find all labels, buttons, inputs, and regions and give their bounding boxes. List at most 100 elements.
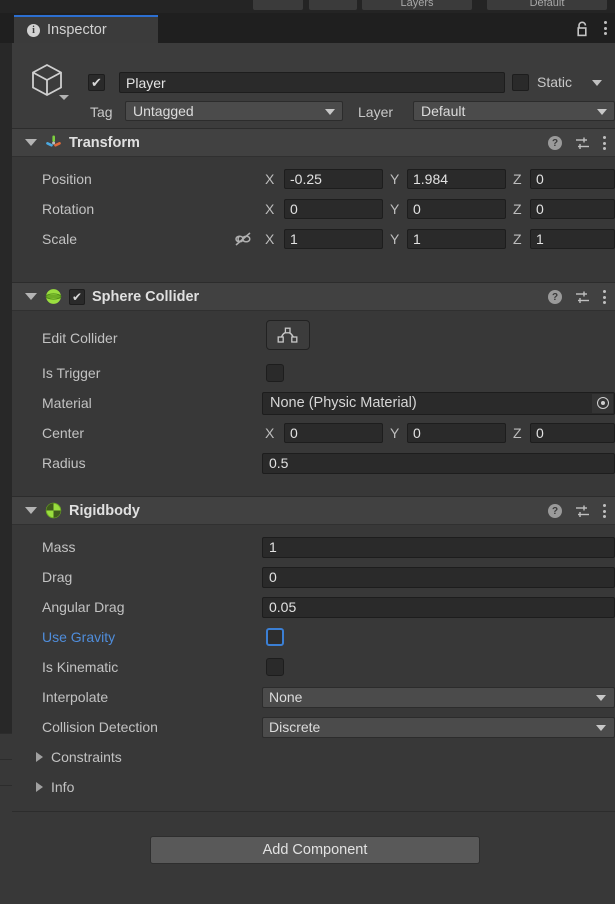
rigidbody-title: Rigidbody — [69, 502, 140, 519]
preset-settings-icon[interactable] — [575, 136, 590, 151]
scale-x-input[interactable]: 1 — [284, 229, 383, 249]
constraints-row[interactable]: Constraints — [12, 742, 615, 772]
collider-edit-icon[interactable] — [266, 320, 310, 350]
rigidbody-foldout-icon[interactable] — [25, 507, 37, 514]
scale-z-input[interactable]: 1 — [530, 229, 615, 249]
radius-label: Radius — [42, 455, 86, 471]
add-component-button[interactable]: Add Component — [150, 836, 480, 864]
unity-editor-screen: Layers Default y i Inspector — [0, 0, 615, 904]
position-z-input[interactable]: 0 — [530, 169, 615, 189]
tag-dropdown[interactable]: Untagged — [125, 101, 343, 121]
rigidbody-header-actions: ? — [548, 497, 606, 525]
is-kinematic-checkbox[interactable] — [266, 658, 284, 676]
gameobject-icon-caret[interactable] — [59, 95, 69, 100]
rotation-y-input[interactable]: 0 — [407, 199, 506, 219]
top-toolbar-strip: Layers Default — [0, 0, 615, 13]
position-y-input[interactable]: 1.984 — [407, 169, 506, 189]
angular-drag-label: Angular Drag — [42, 599, 125, 615]
transform-header-actions: ? — [548, 129, 606, 157]
kebab-menu-icon[interactable] — [604, 21, 607, 35]
inspector-tabbar-actions — [575, 13, 607, 43]
transform-body: Position X -0.25 Y 1.984 Z 0 Rotation X … — [12, 157, 615, 262]
center-z-input[interactable]: 0 — [530, 423, 615, 443]
static-checkbox[interactable] — [512, 74, 529, 91]
radius-input[interactable]: 0.5 — [262, 452, 615, 474]
transform-position-row: Position X -0.25 Y 1.984 Z 0 — [12, 164, 615, 194]
scale-x-axis-label: X — [265, 231, 275, 247]
help-icon[interactable]: ? — [548, 136, 562, 150]
transform-foldout-icon[interactable] — [25, 139, 37, 146]
transform-scale-row: Scale X 1 Y 1 Z 1 — [12, 224, 615, 254]
center-row: Center X 0 Y 0 Z 0 — [12, 418, 615, 448]
rotation-z-axis-label: Z — [513, 201, 522, 217]
static-dropdown-caret-icon[interactable] — [592, 80, 602, 86]
help-icon[interactable]: ? — [548, 504, 562, 518]
rotation-x-input[interactable]: 0 — [284, 199, 383, 219]
transform-rotation-row: Rotation X 0 Y 0 Z 0 — [12, 194, 615, 224]
preset-settings-icon[interactable] — [575, 504, 590, 519]
gameobject-name-input[interactable]: Player — [119, 72, 505, 93]
rotation-x-axis-label: X — [265, 201, 275, 217]
center-label: Center — [42, 425, 85, 441]
use-gravity-checkbox[interactable] — [266, 628, 284, 646]
material-object-field[interactable]: None (Physic Material) — [262, 391, 615, 415]
interpolate-dropdown[interactable]: None — [262, 686, 615, 708]
open-padlock-icon[interactable] — [575, 20, 590, 37]
gameobject-enabled-checkbox[interactable]: ✔ — [88, 74, 105, 91]
info-row[interactable]: Info — [12, 772, 615, 802]
center-y-axis-label: Y — [390, 425, 400, 441]
position-x-axis-label: X — [265, 171, 275, 187]
info-icon: i — [27, 23, 40, 37]
scale-label: Scale — [42, 231, 78, 247]
angular-drag-row: Angular Drag 0.05 — [12, 592, 615, 622]
component-sphere-collider: ✔ Sphere Collider ? Edit Collider Is Tri… — [12, 282, 615, 496]
rigidbody-icon — [45, 502, 62, 519]
position-y-axis-label: Y — [390, 171, 400, 187]
position-x-input[interactable]: -0.25 — [284, 169, 383, 189]
toolbar-chip-1[interactable] — [253, 0, 303, 10]
sphere-collider-header[interactable]: ✔ Sphere Collider ? — [12, 283, 615, 311]
transform-header[interactable]: Transform ? — [12, 129, 615, 157]
rigidbody-header[interactable]: Rigidbody ? — [12, 497, 615, 525]
edit-collider-label: Edit Collider — [42, 330, 118, 346]
scale-y-axis-label: Y — [390, 231, 400, 247]
preset-settings-icon[interactable] — [575, 290, 590, 305]
collision-detection-dropdown[interactable]: Discrete — [262, 716, 615, 738]
constraints-foldout-icon[interactable] — [36, 752, 43, 762]
rotation-z-input[interactable]: 0 — [530, 199, 615, 219]
angular-drag-input[interactable]: 0.05 — [262, 596, 615, 618]
constraints-label: Constraints — [51, 749, 122, 765]
edit-collider-row: Edit Collider — [12, 318, 615, 358]
center-x-input[interactable]: 0 — [284, 423, 383, 443]
center-y-input[interactable]: 0 — [407, 423, 506, 443]
help-icon[interactable]: ? — [548, 290, 562, 304]
toolbar-layout-dropdown[interactable]: Default — [487, 0, 607, 10]
drag-input[interactable]: 0 — [262, 566, 615, 588]
object-picker-icon[interactable] — [592, 393, 613, 413]
scale-y-input[interactable]: 1 — [407, 229, 506, 249]
component-rigidbody: Rigidbody ? Mass 1 Drag 0 Angular Drag 0… — [12, 496, 615, 811]
toolbar-chip-2[interactable] — [309, 0, 357, 10]
component-transform: Transform ? Position X -0.25 Y 1.984 Z 0… — [12, 129, 615, 259]
info-foldout-icon[interactable] — [36, 782, 43, 792]
tag-label: Tag — [90, 104, 113, 120]
material-label: Material — [42, 395, 92, 411]
collision-detection-row: Collision Detection Discrete — [12, 712, 615, 742]
sphere-collider-title: Sphere Collider — [92, 288, 200, 305]
kebab-menu-icon[interactable] — [603, 290, 606, 304]
broken-link-icon[interactable] — [234, 231, 253, 252]
position-label: Position — [42, 171, 92, 187]
rotation-label: Rotation — [42, 201, 95, 217]
kebab-menu-icon[interactable] — [603, 136, 606, 150]
sphere-collider-foldout-icon[interactable] — [25, 293, 37, 300]
is-trigger-checkbox[interactable] — [266, 364, 284, 382]
tab-inspector[interactable]: i Inspector — [14, 15, 158, 43]
layer-dropdown[interactable]: Default — [413, 101, 615, 121]
sphere-collider-enabled-checkbox[interactable]: ✔ — [69, 288, 85, 305]
is-trigger-row: Is Trigger — [12, 358, 615, 388]
material-row: Material None (Physic Material) — [12, 388, 615, 418]
scale-z-axis-label: Z — [513, 231, 522, 247]
mass-input[interactable]: 1 — [262, 536, 615, 558]
kebab-menu-icon[interactable] — [603, 504, 606, 518]
toolbar-layers-dropdown[interactable]: Layers — [362, 0, 472, 10]
